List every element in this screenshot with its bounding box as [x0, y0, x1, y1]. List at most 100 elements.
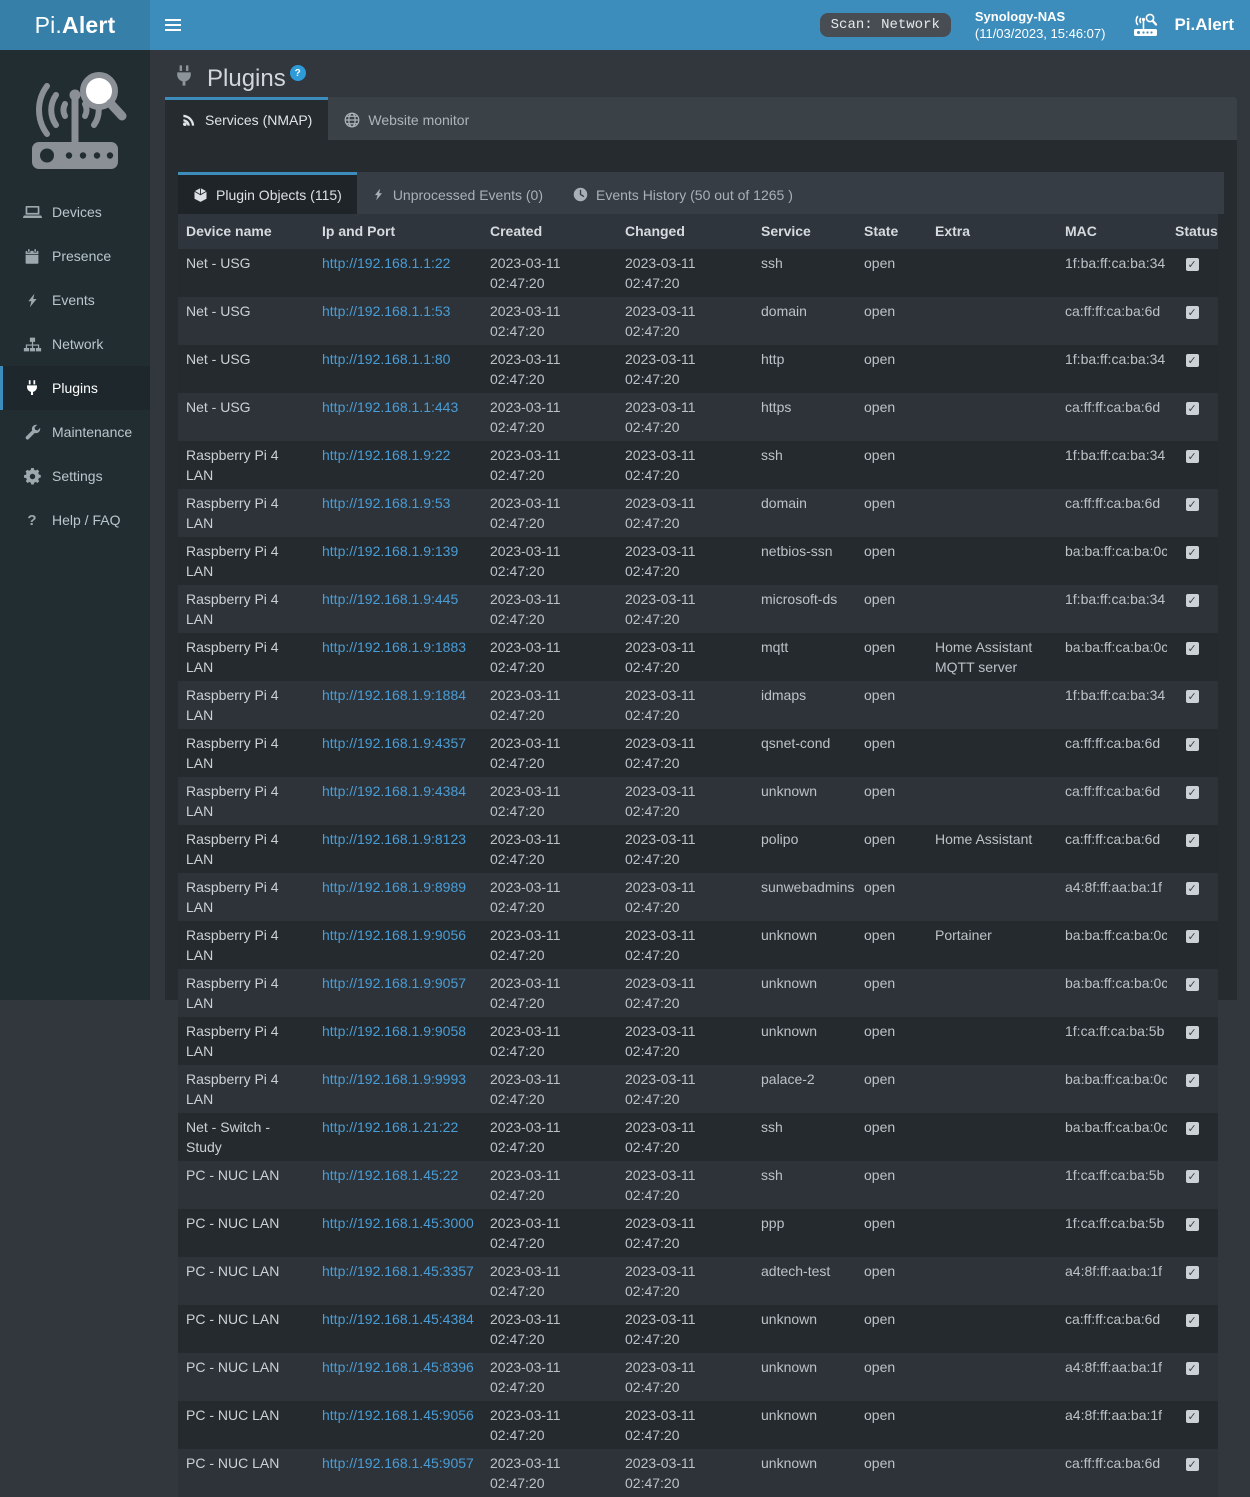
cell-created: 2023-03-11 02:47:20 [482, 1113, 617, 1161]
port-link[interactable]: http://192.168.1.9:445 [322, 591, 458, 607]
port-link[interactable]: http://192.168.1.45:22 [322, 1167, 458, 1183]
port-link[interactable]: http://192.168.1.45:4384 [322, 1311, 474, 1327]
cell-extra [927, 1401, 1057, 1449]
port-link[interactable]: http://192.168.1.9:4384 [322, 783, 466, 799]
status-checkbox[interactable] [1186, 1266, 1199, 1279]
column-header[interactable]: Ip and Port [314, 214, 482, 249]
status-checkbox[interactable] [1186, 1170, 1199, 1183]
status-checkbox[interactable] [1186, 1122, 1199, 1135]
status-checkbox[interactable] [1186, 1314, 1199, 1327]
port-link[interactable]: http://192.168.1.9:9993 [322, 1071, 466, 1087]
sidebar-item-devices[interactable]: Devices [0, 190, 150, 234]
port-link[interactable]: http://192.168.1.45:3357 [322, 1263, 474, 1279]
status-checkbox[interactable] [1186, 450, 1199, 463]
port-link[interactable]: http://192.168.1.9:9058 [322, 1023, 466, 1039]
status-checkbox[interactable] [1186, 354, 1199, 367]
help-badge[interactable]: ? [290, 65, 306, 81]
port-link[interactable]: http://192.168.1.9:1884 [322, 687, 466, 703]
status-checkbox[interactable] [1186, 1458, 1199, 1471]
status-checkbox[interactable] [1186, 306, 1199, 319]
column-header[interactable]: Service [753, 214, 856, 249]
status-checkbox[interactable] [1186, 546, 1199, 559]
port-link[interactable]: http://192.168.1.21:22 [322, 1119, 458, 1135]
cell-url: http://192.168.1.9:9057 [314, 969, 482, 1017]
sidebar-item-help[interactable]: ? Help / FAQ [0, 498, 150, 542]
status-checkbox[interactable] [1186, 738, 1199, 751]
sidebar-item-maintenance[interactable]: Maintenance [0, 410, 150, 454]
scan-status-badge: Scan: Network [820, 13, 951, 37]
status-checkbox[interactable] [1186, 1362, 1199, 1375]
status-checkbox[interactable] [1186, 1410, 1199, 1423]
column-header[interactable]: MAC [1057, 214, 1167, 249]
subtab-unprocessed-events[interactable]: Unprocessed Events (0) [357, 172, 558, 214]
status-checkbox[interactable] [1186, 786, 1199, 799]
status-checkbox[interactable] [1186, 882, 1199, 895]
clock-icon [573, 187, 588, 202]
port-link[interactable]: http://192.168.1.9:1883 [322, 639, 466, 655]
table-row: Raspberry Pi 4 LANhttp://192.168.1.9:188… [178, 633, 1218, 681]
status-checkbox[interactable] [1186, 402, 1199, 415]
port-link[interactable]: http://192.168.1.9:4357 [322, 735, 466, 751]
sidebar-item-events[interactable]: Events [0, 278, 150, 322]
column-header[interactable]: Created [482, 214, 617, 249]
port-link[interactable]: http://192.168.1.9:9056 [322, 927, 466, 943]
sidebar-item-settings[interactable]: Settings [0, 454, 150, 498]
status-checkbox[interactable] [1186, 642, 1199, 655]
sidebar-item-network[interactable]: Network [0, 322, 150, 366]
sidebar-toggle-icon[interactable] [150, 0, 196, 50]
status-checkbox[interactable] [1186, 690, 1199, 703]
status-checkbox[interactable] [1186, 1026, 1199, 1039]
status-checkbox[interactable] [1186, 498, 1199, 511]
cell-status [1167, 1113, 1218, 1161]
column-header[interactable]: Status [1167, 214, 1218, 249]
port-link[interactable]: http://192.168.1.9:9057 [322, 975, 466, 991]
tab-services-nmap[interactable]: Services (NMAP) [165, 97, 328, 140]
status-checkbox[interactable] [1186, 258, 1199, 271]
cell-url: http://192.168.1.9:4384 [314, 777, 482, 825]
cell-mac: 1f:ba:ff:ca:ba:34 [1057, 249, 1167, 297]
port-link[interactable]: http://192.168.1.45:9056 [322, 1407, 474, 1423]
port-link[interactable]: http://192.168.1.9:8989 [322, 879, 466, 895]
status-checkbox[interactable] [1186, 594, 1199, 607]
column-header[interactable]: State [856, 214, 927, 249]
subtab-events-history[interactable]: Events History (50 out of 1265 ) [558, 172, 808, 214]
cell-extra [927, 441, 1057, 489]
subtab-label: Unprocessed Events (0) [393, 187, 543, 203]
port-link[interactable]: http://192.168.1.9:8123 [322, 831, 466, 847]
table-row: Raspberry Pi 4 LANhttp://192.168.1.9:139… [178, 537, 1218, 585]
column-header[interactable]: Device name [178, 214, 314, 249]
sidebar-item-presence[interactable]: Presence [0, 234, 150, 278]
port-link[interactable]: http://192.168.1.9:22 [322, 447, 450, 463]
status-checkbox[interactable] [1186, 834, 1199, 847]
app-logo[interactable]: Pi.Alert [0, 0, 150, 50]
cell-created: 2023-03-11 02:47:20 [482, 1209, 617, 1257]
table-row: Raspberry Pi 4 LANhttp://192.168.1.9:188… [178, 681, 1218, 729]
column-header[interactable]: Extra [927, 214, 1057, 249]
column-header[interactable]: Changed [617, 214, 753, 249]
cell-service: unknown [753, 1353, 856, 1401]
cell-service: ppp [753, 1209, 856, 1257]
sidebar-item-label: Devices [52, 204, 102, 220]
status-checkbox[interactable] [1186, 1074, 1199, 1087]
subtab-plugin-objects[interactable]: Plugin Objects (115) [178, 172, 357, 214]
port-link[interactable]: http://192.168.1.1:22 [322, 255, 450, 271]
status-checkbox[interactable] [1186, 978, 1199, 991]
port-link[interactable]: http://192.168.1.1:80 [322, 351, 450, 367]
cell-state: open [856, 585, 927, 633]
cell-service: ssh [753, 441, 856, 489]
port-link[interactable]: http://192.168.1.45:9057 [322, 1455, 474, 1471]
sidebar-logo [0, 50, 150, 190]
port-link[interactable]: http://192.168.1.1:443 [322, 399, 458, 415]
navbar-main: Scan: Network Synology-NAS (11/03/2023, … [150, 0, 1250, 50]
port-link[interactable]: http://192.168.1.9:139 [322, 543, 458, 559]
tab-website-monitor[interactable]: Website monitor [328, 97, 485, 140]
sidebar-item-plugins[interactable]: Plugins [0, 366, 150, 410]
cell-device: Net - USG [178, 297, 314, 345]
port-link[interactable]: http://192.168.1.9:53 [322, 495, 450, 511]
status-checkbox[interactable] [1186, 1218, 1199, 1231]
port-link[interactable]: http://192.168.1.1:53 [322, 303, 450, 319]
port-link[interactable]: http://192.168.1.45:8396 [322, 1359, 474, 1375]
table-row: Net - USGhttp://192.168.1.1:532023-03-11… [178, 297, 1218, 345]
status-checkbox[interactable] [1186, 930, 1199, 943]
port-link[interactable]: http://192.168.1.45:3000 [322, 1215, 474, 1231]
